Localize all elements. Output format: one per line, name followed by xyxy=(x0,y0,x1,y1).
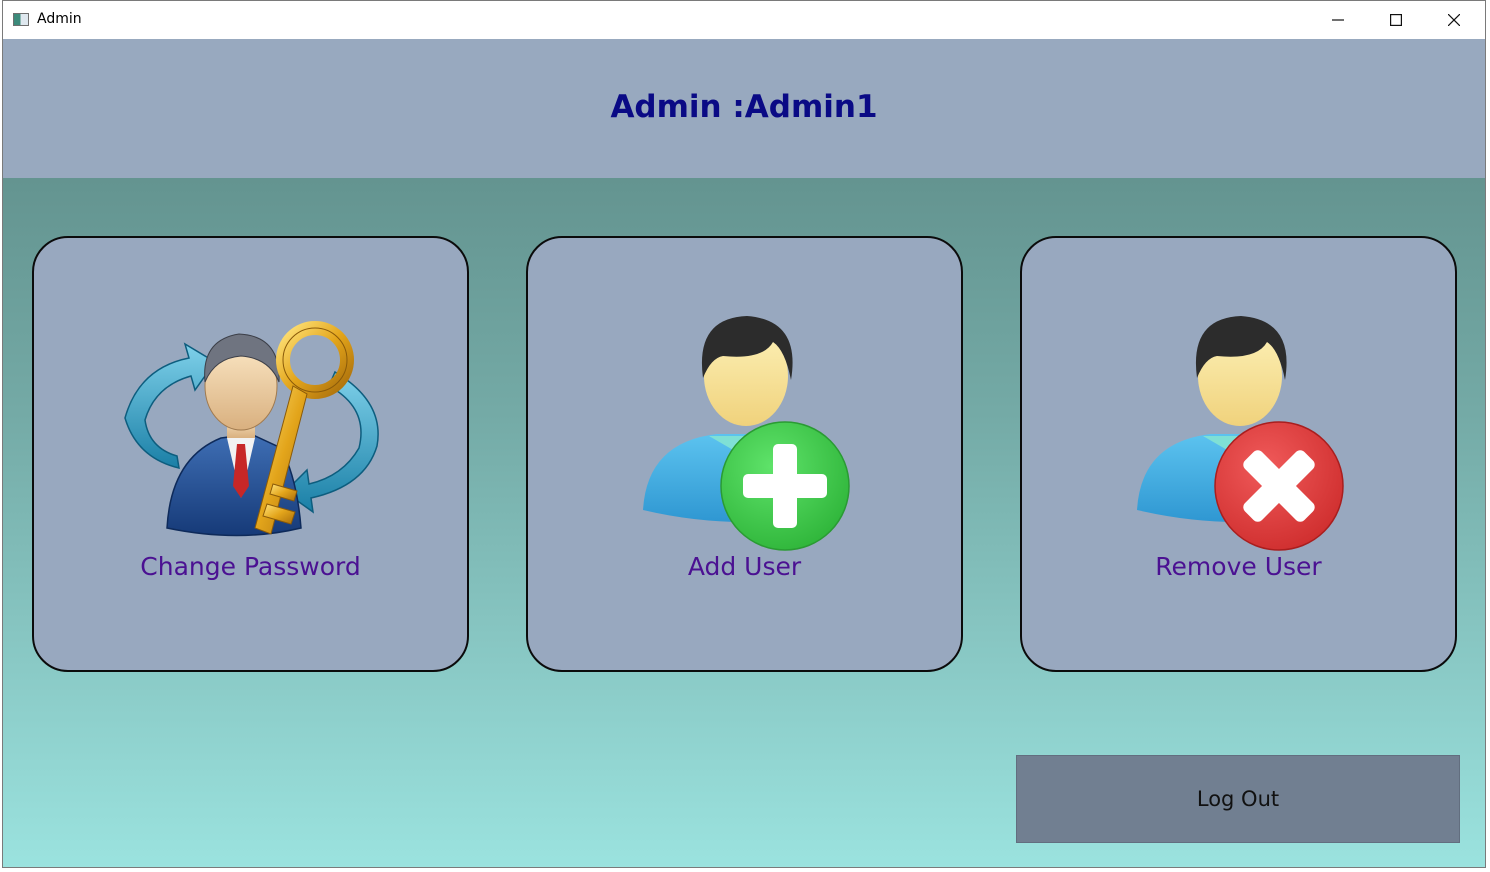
page-title: Admin :Admin1 xyxy=(610,89,878,125)
close-button[interactable] xyxy=(1425,1,1483,39)
minimize-icon xyxy=(1332,19,1344,21)
add-user-card[interactable]: Add User xyxy=(526,236,963,672)
user-key-refresh-icon xyxy=(124,321,379,537)
change-password-card[interactable]: Change Password xyxy=(32,236,469,672)
maximize-button[interactable] xyxy=(1367,1,1425,39)
user-remove-icon xyxy=(1137,316,1344,551)
logout-button[interactable]: Log Out xyxy=(1016,755,1460,843)
add-user-label: Add User xyxy=(687,552,802,581)
logout-label: Log Out xyxy=(1196,787,1280,811)
admin-window: Admin Admin :Admin1 Change Password Add … xyxy=(2,0,1486,868)
client-area: Admin :Admin1 Change Password Add User R… xyxy=(3,39,1485,867)
close-icon xyxy=(1448,14,1460,26)
change-password-label: Change Password xyxy=(140,552,361,581)
maximize-icon xyxy=(1390,14,1402,26)
app-icon xyxy=(13,13,29,26)
minimize-button[interactable] xyxy=(1309,1,1367,39)
remove-user-label: Remove User xyxy=(1155,552,1322,581)
remove-user-card[interactable]: Remove User xyxy=(1020,236,1457,672)
title-bar[interactable]: Admin xyxy=(3,1,1485,39)
window-title: Admin xyxy=(37,11,82,27)
header-band: Admin :Admin1 xyxy=(3,39,1485,178)
user-add-icon xyxy=(643,316,850,551)
